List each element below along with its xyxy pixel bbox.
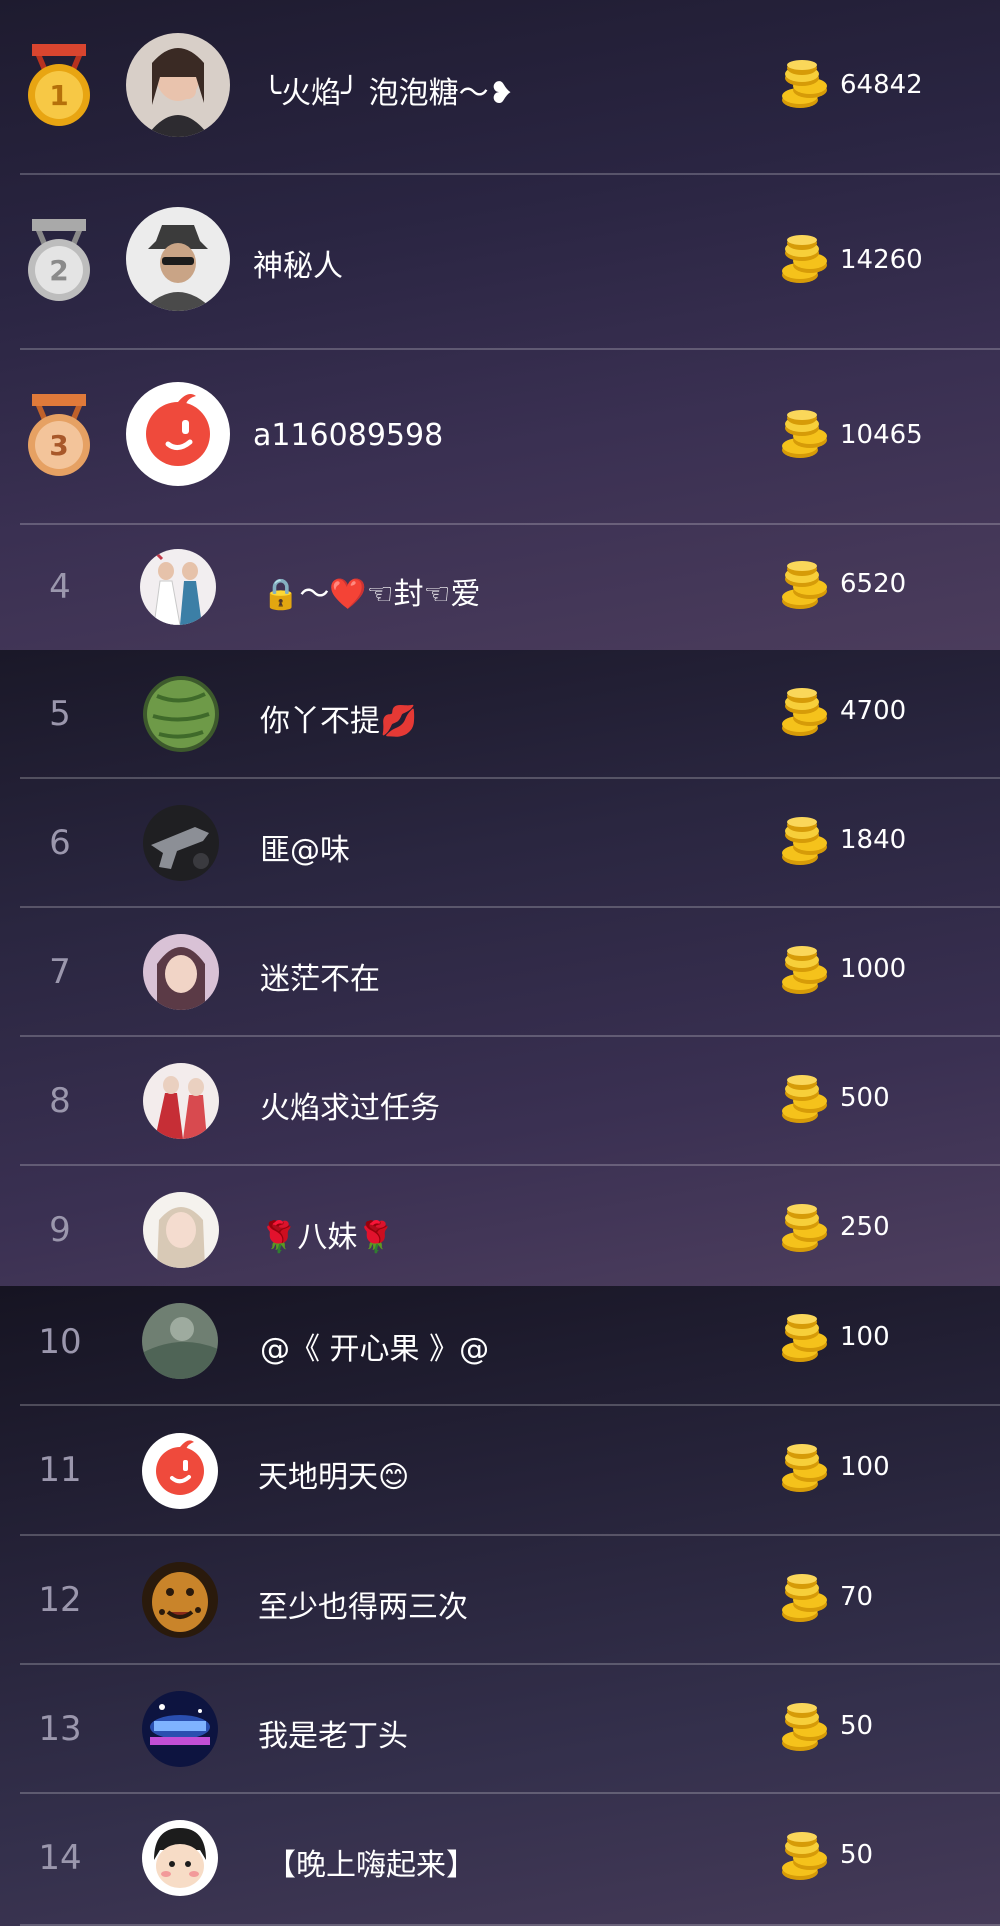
rank-number: 8	[49, 1081, 71, 1121]
rank-number: 7	[49, 952, 71, 992]
ranking-row-12[interactable]: 12 至少也得两三次 70	[0, 1536, 1000, 1665]
coin-amount: 6520	[840, 569, 907, 599]
avatar[interactable]	[126, 382, 230, 486]
player-name: a116089598	[253, 418, 444, 453]
svg-text:2: 2	[49, 254, 68, 287]
coin-stack-icon	[780, 817, 828, 869]
silver-medal-icon: 2	[22, 215, 96, 307]
coin-amount: 500	[840, 1083, 890, 1113]
gold-medal-icon: 1 1	[22, 40, 96, 132]
rank-number: 11	[38, 1450, 82, 1490]
avatar[interactable]	[126, 207, 230, 311]
player-name: 天地明天😊	[258, 1460, 410, 1495]
avatar[interactable]	[142, 1303, 218, 1379]
coin-amount: 1840	[840, 825, 907, 855]
player-name: 迷茫不在	[260, 962, 380, 997]
player-name: 【晚上嗨起来】	[266, 1848, 476, 1883]
rank-number: 6	[49, 823, 71, 863]
player-name: 神秘人	[253, 249, 343, 284]
ranking-row-6[interactable]: 6 匪@味 1840	[0, 779, 1000, 908]
avatar[interactable]	[143, 805, 219, 881]
coin-amount: 14260	[840, 245, 923, 275]
ranking-row-5[interactable]: 5 你丫不提💋 4700	[0, 650, 1000, 779]
coin-amount: 70	[840, 1582, 874, 1612]
coin-amount: 10465	[840, 420, 923, 450]
coin-stack-icon	[780, 1075, 828, 1127]
player-name: 你丫不提💋	[260, 704, 418, 739]
coin-amount: 1000	[840, 954, 907, 984]
coin-stack-icon	[780, 1574, 828, 1626]
coin-amount: 50	[840, 1711, 874, 1741]
rank-number: 13	[38, 1709, 82, 1749]
coin-stack-icon	[780, 1314, 828, 1366]
coin-amount: 100	[840, 1452, 890, 1482]
player-name: 至少也得两三次	[258, 1590, 468, 1625]
coin-stack-icon	[780, 1832, 828, 1884]
svg-text:3: 3	[49, 429, 68, 462]
coin-amount: 100	[840, 1322, 890, 1352]
coin-stack-icon	[780, 235, 828, 287]
ranking-row-7[interactable]: 7 迷茫不在 1000	[0, 908, 1000, 1037]
ranking-row-10[interactable]: 10 @《 开心果 》@ 100	[0, 1286, 1000, 1406]
ranking-row-13[interactable]: 13 我是老丁头 50	[0, 1665, 1000, 1794]
player-name: 🔒～❤️☜封☜爱	[262, 577, 481, 612]
ranking-row-8[interactable]: 8 火焰求过任务 500	[0, 1037, 1000, 1166]
avatar[interactable]	[142, 1820, 218, 1896]
coin-stack-icon	[780, 1204, 828, 1256]
coin-amount: 50	[840, 1840, 874, 1870]
coin-stack-icon	[780, 1703, 828, 1755]
player-name: ╰火焰╯ 泡泡糖～❥	[263, 76, 514, 111]
player-name: 火焰求过任务	[260, 1091, 440, 1126]
coin-stack-icon	[780, 688, 828, 740]
coin-stack-icon	[780, 60, 828, 112]
coin-amount: 250	[840, 1212, 890, 1242]
avatar[interactable]	[143, 1063, 219, 1139]
ranking-row-2[interactable]: 2 神秘人 14260	[0, 175, 1000, 350]
coin-stack-icon	[780, 1444, 828, 1496]
player-name: 🌹八妹🌹	[260, 1220, 395, 1255]
coin-stack-icon	[780, 946, 828, 998]
rank-number: 9	[49, 1210, 71, 1250]
ranking-row-3[interactable]: 3 a116089598 10465	[0, 350, 1000, 525]
avatar[interactable]	[140, 549, 216, 625]
coin-stack-icon	[780, 561, 828, 613]
bronze-medal-icon: 3	[22, 390, 96, 482]
ranking-row-4[interactable]: 4 🔒～❤️☜封☜爱 6520	[0, 525, 1000, 650]
rank-number: 10	[38, 1322, 82, 1362]
svg-text:1: 1	[49, 79, 68, 112]
rank-number: 5	[49, 694, 71, 734]
coin-amount: 64842	[840, 70, 923, 100]
ranking-page: 1 1 ╰火焰╯ 泡泡糖～❥ 64842	[0, 0, 1000, 1926]
avatar[interactable]	[142, 1691, 218, 1767]
ranking-row-14[interactable]: 14 【晚上嗨起来】 50	[0, 1794, 1000, 1926]
avatar[interactable]	[142, 1433, 218, 1509]
rank-number: 12	[38, 1580, 82, 1620]
coin-stack-icon	[780, 410, 828, 462]
player-name: 匪@味	[260, 833, 350, 868]
avatar[interactable]	[143, 676, 219, 752]
avatar[interactable]	[143, 1192, 219, 1268]
ranking-row-9[interactable]: 9 🌹八妹🌹 250	[0, 1166, 1000, 1286]
rank-number: 14	[38, 1838, 82, 1878]
player-name: 我是老丁头	[258, 1719, 408, 1754]
ranking-row-11[interactable]: 11 天地明天😊 100	[0, 1406, 1000, 1536]
ranking-row-1[interactable]: 1 1 ╰火焰╯ 泡泡糖～❥ 64842	[0, 0, 1000, 175]
avatar[interactable]	[143, 934, 219, 1010]
avatar[interactable]	[142, 1562, 218, 1638]
player-name: @《 开心果 》@	[260, 1332, 490, 1367]
rank-number: 4	[49, 567, 71, 607]
avatar[interactable]	[126, 33, 230, 137]
coin-amount: 4700	[840, 696, 907, 726]
